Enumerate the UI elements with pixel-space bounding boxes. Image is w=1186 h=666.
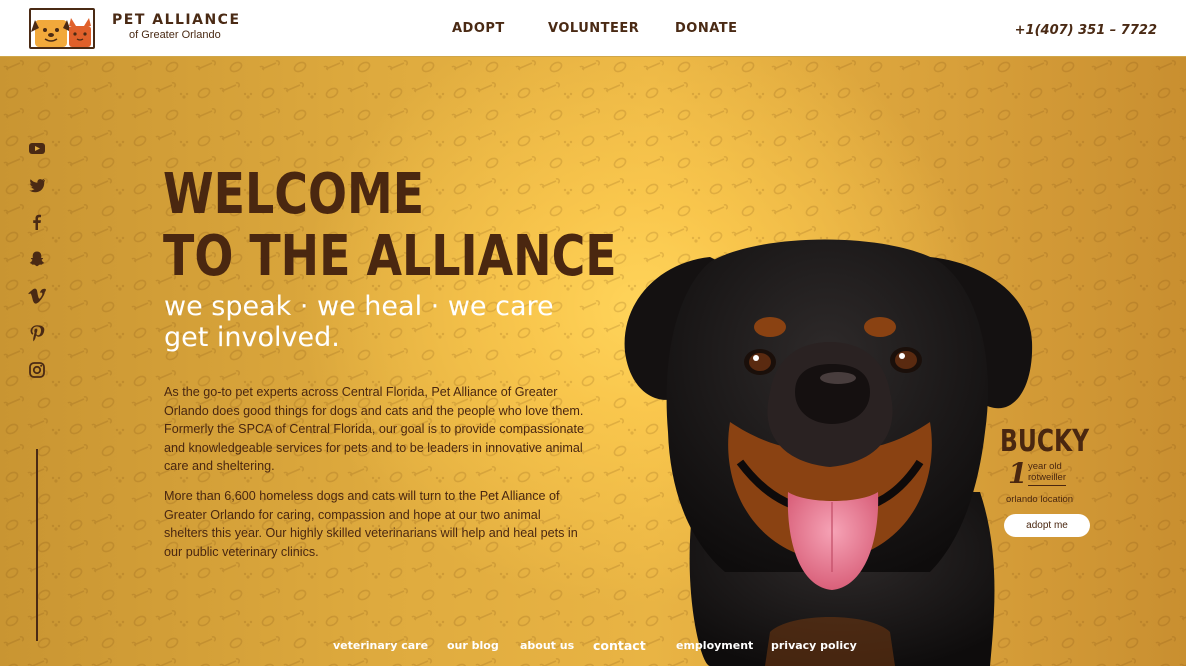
featured-dog-photo <box>624 239 1033 666</box>
pinterest-icon[interactable] <box>28 324 46 342</box>
pet-name: BUCKY <box>1000 424 1090 459</box>
footer-link-contact[interactable]: contact <box>593 638 646 653</box>
footer-link-about-us[interactable]: about us <box>520 639 574 652</box>
footer-link-privacy-policy[interactable]: privacy policy <box>771 639 857 652</box>
featured-pet-card: BUCKY 1 year old rotweiller orlando loca… <box>1000 425 1092 537</box>
facebook-icon[interactable] <box>28 213 46 231</box>
social-icons <box>28 139 46 398</box>
hero-heading: WELCOME TO THE ALLIANCE <box>163 164 617 288</box>
footer-link-employment[interactable]: employment <box>676 639 753 652</box>
hero-section: WELCOME TO THE ALLIANCE we speak · we he… <box>0 57 1186 666</box>
description-paragraph-2: More than 6,600 homeless dogs and cats w… <box>164 488 578 559</box>
nav-item-volunteer[interactable]: VOLUNTEER <box>548 21 639 36</box>
pet-age: 1 year old rotweiller <box>1008 457 1092 490</box>
nav-item-adopt[interactable]: ADOPT <box>452 21 505 36</box>
pet-age-line1: year old <box>1028 461 1062 472</box>
site-header: PET ALLIANCE of Greater Orlando ADOPT VO… <box>0 0 1186 57</box>
hero-tagline: we speak · we heal · we care get involve… <box>164 291 554 353</box>
pet-age-number: 1 <box>1008 457 1028 490</box>
nav-item-donate[interactable]: DONATE <box>675 21 738 36</box>
hero-heading-line1: WELCOME <box>163 162 425 227</box>
logo[interactable] <box>29 8 95 49</box>
hero-description: As the go-to pet experts across Central … <box>164 383 584 572</box>
instagram-icon[interactable] <box>28 361 46 379</box>
pet-location: orlando location <box>1006 494 1074 505</box>
brand-subtitle: of Greater Orlando <box>129 29 221 41</box>
pet-breed: rotweiller <box>1028 472 1067 483</box>
brand-text[interactable]: PET ALLIANCE of Greater Orlando <box>112 12 241 41</box>
get-involved-link[interactable]: get involved. <box>164 322 554 353</box>
brand-title: PET ALLIANCE <box>112 12 241 28</box>
youtube-icon[interactable] <box>28 139 46 157</box>
tagline-line1: we speak · we heal · we care <box>164 291 554 322</box>
dog-and-cat-logo-icon <box>31 18 91 47</box>
twitter-icon[interactable] <box>28 176 46 194</box>
snapchat-icon[interactable] <box>28 250 46 268</box>
phone-number[interactable]: +1(407) 351 – 7722 <box>1015 23 1157 38</box>
footer-link-our-blog[interactable]: our blog <box>447 639 499 652</box>
description-paragraph-1: As the go-to pet experts across Central … <box>164 385 584 474</box>
vimeo-icon[interactable] <box>28 287 46 305</box>
adopt-me-button[interactable]: adopt me <box>1004 514 1090 537</box>
hero-heading-line2: TO THE ALLIANCE <box>163 224 617 289</box>
footer-link-veterinary-care[interactable]: veterinary care <box>333 639 428 652</box>
social-divider-line <box>36 449 38 641</box>
pet-age-text: year old rotweiller <box>1028 461 1067 486</box>
